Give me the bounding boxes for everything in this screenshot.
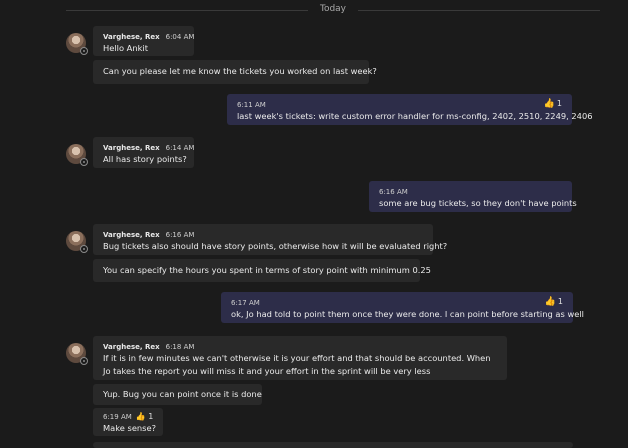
thumbs-up-icon: 👍 <box>543 99 555 109</box>
message-text: last week's tickets: write custom error … <box>237 111 593 121</box>
message-author: Varghese, Rex <box>103 33 160 41</box>
avatar[interactable] <box>66 144 88 166</box>
message-time: 6:19 AM <box>103 413 132 421</box>
message-author: Varghese, Rex <box>103 144 160 152</box>
date-divider-label: Today <box>319 4 347 14</box>
message-author: Varghese, Rex <box>103 231 160 239</box>
message-bubble[interactable]: You can specify the hours you spent in t… <box>93 259 431 282</box>
avatar[interactable] <box>66 231 88 253</box>
message-time: 6:14 AM <box>165 144 195 152</box>
message-text: Hello Ankit <box>103 43 148 53</box>
message-text: Can you please let me know the tickets y… <box>103 66 377 76</box>
message-time: 6:04 AM <box>165 33 195 41</box>
message-bubble[interactable]: Yup. Bug you can point once it is done <box>93 384 262 405</box>
my-message-bubble[interactable]: 6:11 AM last week's tickets: write custo… <box>227 94 593 125</box>
message-time: 6:16 AM <box>165 231 195 239</box>
message-bubble[interactable]: Varghese, Rex 6:16 AM Bug tickets also sh… <box>93 224 448 255</box>
message-text: If it is in few minutes we can't otherwi… <box>103 353 491 376</box>
message-bubble[interactable]: Varghese, Rex 6:18 AM If it is in few min… <box>93 336 507 380</box>
presence-icon <box>80 47 88 55</box>
message-text: You can specify the hours you spent in t… <box>103 265 431 275</box>
thumbs-up-icon: 👍 <box>544 297 556 307</box>
message-author: Varghese, Rex <box>103 343 160 351</box>
reaction-count: 1 <box>556 99 562 108</box>
date-divider: Today <box>66 4 600 14</box>
message-bubble[interactable]: Can you please let me know the tickets y… <box>93 60 377 84</box>
presence-icon <box>80 245 88 253</box>
message-bubble[interactable] <box>93 442 573 448</box>
my-message-bubble[interactable]: 6:16 AM some are bug tickets, so they do… <box>369 181 577 212</box>
message-time: 6:17 AM <box>231 299 260 307</box>
reaction-badge[interactable]: 👍 1 <box>545 297 563 307</box>
avatar[interactable] <box>66 33 88 55</box>
message-text: Bug tickets also should have story point… <box>103 241 448 251</box>
message-text: Yup. Bug you can point once it is done <box>103 389 262 399</box>
message-bubble[interactable]: Varghese, Rex 6:14 AM All has story point… <box>93 137 194 168</box>
message-text: All has story points? <box>103 154 187 164</box>
reaction-badge[interactable]: 👍 1 <box>136 412 154 421</box>
message-text: ok, Jo had told to point them once they … <box>231 309 584 319</box>
message-bubble[interactable]: 6:19 AM 👍 1 Make sense? <box>93 408 163 436</box>
message-time: 6:16 AM <box>379 188 408 196</box>
message-text: Make sense? <box>103 423 157 433</box>
message-time: 6:11 AM <box>237 101 266 109</box>
presence-icon <box>80 158 88 166</box>
message-time: 6:18 AM <box>165 343 195 351</box>
avatar[interactable] <box>66 343 88 365</box>
reaction-count: 1 <box>148 412 154 421</box>
my-message-bubble[interactable]: 6:17 AM ok, Jo had told to point them on… <box>221 292 584 323</box>
presence-icon <box>80 357 88 365</box>
message-bubble[interactable]: Varghese, Rex 6:04 AM Hello Ankit <box>93 26 194 56</box>
reaction-badge[interactable]: 👍 1 <box>544 99 562 109</box>
reaction-count: 1 <box>557 297 563 306</box>
thumbs-up-icon: 👍 <box>135 412 146 421</box>
message-text: some are bug tickets, so they don't have… <box>379 198 577 208</box>
